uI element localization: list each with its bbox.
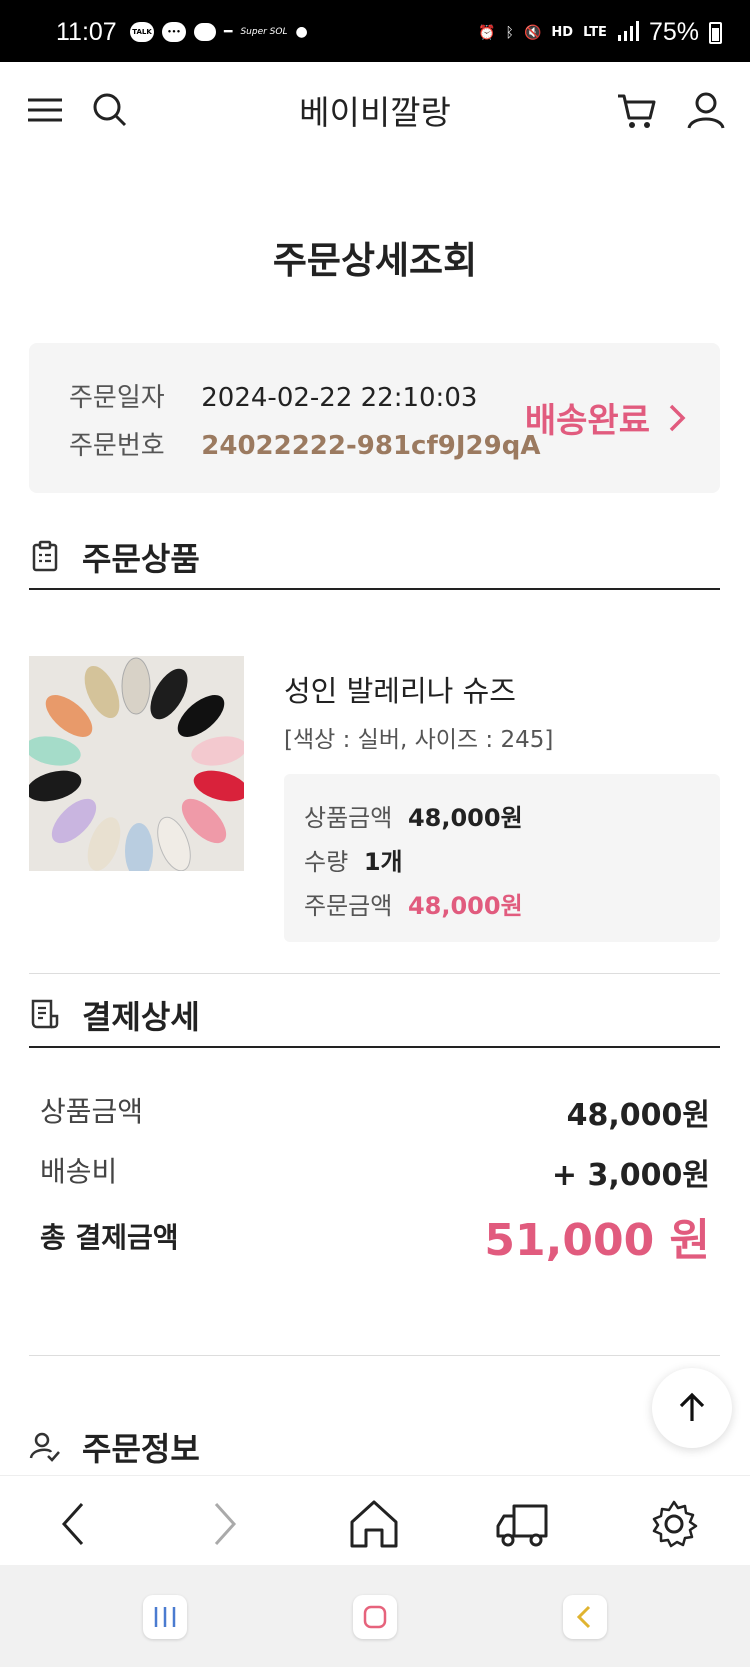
quantity-row: 수량 1개 xyxy=(304,842,403,877)
order-number-value: 24022222-981cf9J29qA xyxy=(201,431,541,461)
shipping-value: + 3,000원 xyxy=(551,1158,710,1193)
total-label: 총 결제금액 xyxy=(40,1221,179,1254)
page-title: 주문상세조회 xyxy=(272,239,478,282)
home-icon xyxy=(350,1500,398,1548)
delivery-button[interactable] xyxy=(494,1496,550,1552)
product-option: [색상 : 실버, 사이즈 : 245] xyxy=(284,727,554,753)
shipping-label: 배송비 xyxy=(40,1155,118,1188)
back-button[interactable] xyxy=(48,1496,104,1552)
user-icon[interactable] xyxy=(684,88,728,132)
system-status-icons: ⏰ ᛒ 🔇 HD LTE 75% xyxy=(478,18,722,47)
order-number-label: 주문번호 xyxy=(69,431,165,461)
order-info-section-title: 주문정보 xyxy=(82,1430,200,1468)
order-info-section-header: 주문정보 xyxy=(29,1422,720,1472)
total-value: 51,000 원 xyxy=(484,1215,710,1266)
cart-icon[interactable] xyxy=(614,88,658,132)
system-home-button[interactable] xyxy=(353,1595,397,1639)
arrow-up-icon xyxy=(679,1392,705,1421)
order-amount-label: 주문금액 xyxy=(304,892,393,920)
total-row: 총 결제금액 51,000 원 xyxy=(40,1215,710,1266)
status-time: 11:07 xyxy=(56,18,117,46)
subtotal-label: 상품금액 xyxy=(40,1095,144,1128)
talk-notification-icon: TALK xyxy=(130,22,154,42)
system-home-icon xyxy=(363,1605,387,1629)
user-check-icon xyxy=(29,1432,60,1462)
chevron-right-icon xyxy=(214,1502,237,1546)
truck-icon xyxy=(496,1504,548,1547)
minus-notification-icon: ━ xyxy=(224,24,233,40)
product-price-value: 48,000원 xyxy=(407,804,523,832)
order-date-row: 주문일자 2024-02-22 22:10:03 xyxy=(69,377,477,414)
system-nav-bar xyxy=(0,1565,750,1667)
order-date-value: 2024-02-22 22:10:03 xyxy=(201,383,478,413)
home-button[interactable] xyxy=(346,1496,402,1552)
order-number-row: 주문번호 24022222-981cf9J29qA xyxy=(69,425,540,462)
signal-icon xyxy=(617,20,639,45)
battery-percent: 75% xyxy=(648,18,699,46)
order-date-label: 주문일자 xyxy=(69,383,165,413)
chat-notification-icon: ••• xyxy=(162,22,186,42)
lte-icon: LTE xyxy=(583,25,607,40)
order-summary-box: 주문일자 2024-02-22 22:10:03 주문번호 24022222-9… xyxy=(29,343,720,493)
bluetooth-icon: ᛒ xyxy=(505,24,514,41)
mute-icon: 🔇 xyxy=(523,24,542,41)
section-divider xyxy=(29,1355,720,1356)
product-price-box: 상품금액 48,000원 수량 1개 주문금액 48,000원 xyxy=(284,774,720,942)
super-sol-notification-icon: Super SOL xyxy=(240,27,288,37)
subtotal-value: 48,000원 xyxy=(566,1098,710,1133)
forward-button[interactable] xyxy=(196,1496,252,1552)
battery-icon xyxy=(709,21,722,44)
shipping-row: 배송비 + 3,000원 xyxy=(40,1150,710,1193)
wechat-notification-icon xyxy=(194,23,216,41)
recent-apps-icon xyxy=(154,1607,176,1627)
delivery-status-text: 배송완료 xyxy=(524,401,650,441)
dot-indicator: ● xyxy=(295,24,308,40)
products-section-title: 주문상품 xyxy=(82,540,200,578)
main-content: 주문상세조회 주문일자 2024-02-22 22:10:03 주문번호 240… xyxy=(0,160,750,1475)
system-back-button[interactable] xyxy=(563,1595,607,1639)
gear-icon xyxy=(652,1500,698,1548)
clipboard-icon xyxy=(32,540,58,572)
scroll-top-button[interactable] xyxy=(652,1368,732,1448)
alarm-icon: ⏰ xyxy=(478,24,496,41)
receipt-icon xyxy=(31,999,59,1029)
subtotal-row: 상품금액 48,000원 xyxy=(40,1090,710,1133)
product-image[interactable] xyxy=(29,656,244,871)
payment-section-title: 결제상세 xyxy=(82,998,200,1036)
notification-icons: TALK ••• ━ Super SOL ● xyxy=(130,22,308,42)
browser-bottom-nav xyxy=(0,1475,750,1565)
recent-apps-button[interactable] xyxy=(143,1595,187,1639)
hd-voice-icon: HD xyxy=(551,25,574,40)
products-section-header: 주문상품 xyxy=(29,520,720,590)
settings-button[interactable] xyxy=(646,1496,702,1552)
order-amount-row: 주문금액 48,000원 xyxy=(304,886,523,921)
section-divider xyxy=(29,973,720,974)
product-price-row: 상품금액 48,000원 xyxy=(304,798,523,833)
product-name[interactable]: 성인 발레리나 슈즈 xyxy=(284,668,516,710)
payment-section-header: 결제상세 xyxy=(29,978,720,1048)
chevron-right-icon xyxy=(669,404,686,431)
chevron-left-icon xyxy=(61,1502,84,1546)
order-amount-value: 48,000원 xyxy=(407,892,523,920)
system-back-icon xyxy=(576,1605,591,1629)
delivery-status-link[interactable]: 배송완료 xyxy=(525,393,686,442)
status-bar: 11:07 TALK ••• ━ Super SOL ● ⏰ ᛒ 🔇 HD LT… xyxy=(0,0,750,62)
app-header: 베이비깔랑 xyxy=(0,62,750,160)
quantity-label: 수량 xyxy=(304,848,349,876)
product-price-label: 상품금액 xyxy=(304,804,393,832)
quantity-value: 1개 xyxy=(363,848,403,876)
